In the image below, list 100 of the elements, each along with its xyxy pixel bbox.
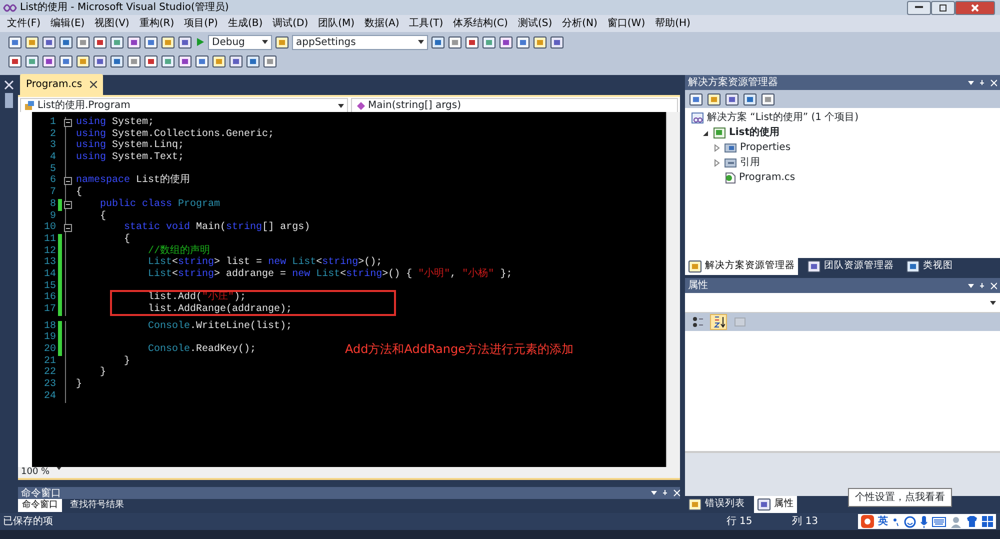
vertical-scrollbar[interactable] — [666, 112, 680, 467]
minimize-button[interactable] — [907, 0, 931, 14]
tool-icon[interactable] — [110, 36, 124, 48]
pane-controls-icon[interactable] — [967, 282, 997, 290]
microphone-icon[interactable] — [920, 516, 928, 528]
tree-item[interactable]: Program.cs — [739, 170, 796, 185]
panel-tab[interactable]: 错误列表 — [685, 496, 748, 513]
ime-logo-icon[interactable] — [861, 515, 874, 528]
menu-item[interactable]: 视图(V) — [90, 16, 134, 31]
tree-item[interactable]: 解决方案 “List的使用” (1 个项目) — [707, 110, 859, 125]
zoom-combo[interactable]: 100 % — [18, 466, 62, 480]
panel-tab[interactable]: 命令窗口 — [18, 499, 62, 512]
menu-item[interactable]: 文件(F) — [2, 16, 46, 31]
folder-icon[interactable] — [275, 36, 289, 48]
menu-item[interactable]: 重构(R) — [134, 16, 180, 31]
tool-icon[interactable] — [761, 92, 775, 106]
tool-icon[interactable] — [8, 36, 22, 48]
tool-icon[interactable] — [246, 54, 260, 68]
tool-icon[interactable] — [707, 92, 721, 106]
tool-icon[interactable] — [195, 54, 209, 68]
tool-icon[interactable] — [263, 54, 277, 68]
collapse-icon[interactable] — [64, 224, 72, 232]
pane-controls-icon[interactable] — [967, 78, 997, 86]
menu-item[interactable]: 窗口(W) — [602, 16, 650, 31]
menu-item[interactable]: 团队(M) — [313, 16, 360, 31]
panel-tab[interactable]: 查找符号结果 — [66, 499, 128, 512]
tool-icon[interactable] — [516, 36, 530, 48]
tool-icon[interactable] — [448, 36, 462, 48]
tool-icon[interactable] — [743, 92, 757, 106]
tool-icon[interactable] — [76, 54, 90, 68]
tool-icon[interactable] — [59, 36, 73, 48]
tool-icon[interactable] — [25, 36, 39, 48]
tool-icon[interactable] — [127, 54, 141, 68]
menu-item[interactable]: 测试(S) — [512, 16, 558, 31]
menu-item[interactable]: 生成(B) — [222, 16, 268, 31]
tool-icon[interactable] — [144, 36, 158, 48]
tool-icon[interactable] — [110, 54, 124, 68]
shirt-icon[interactable] — [966, 516, 978, 527]
document-tab[interactable]: Program.cs — [20, 74, 104, 95]
panel-tab[interactable]: 属性 — [754, 496, 797, 513]
ime-mode[interactable]: 英 — [878, 514, 888, 529]
tool-icon[interactable] — [533, 36, 547, 48]
tool-icon[interactable] — [127, 36, 141, 48]
tool-icon[interactable] — [59, 54, 73, 68]
tool-icon[interactable] — [161, 36, 175, 48]
tool-icon[interactable] — [161, 54, 175, 68]
tool-icon[interactable] — [499, 36, 513, 48]
close-icon[interactable] — [90, 81, 98, 88]
collapse-icon[interactable] — [64, 200, 72, 209]
member-combo[interactable]: Main(string[] args) — [350, 98, 678, 113]
tool-icon[interactable] — [465, 36, 479, 48]
tool-icon[interactable] — [25, 54, 39, 68]
tool-icon[interactable] — [76, 36, 90, 48]
tool-icon[interactable] — [42, 54, 56, 68]
tree-item[interactable]: 引用 — [740, 155, 760, 170]
menu-item[interactable]: 帮助(H) — [650, 16, 696, 31]
panel-tab[interactable]: 团队资源管理器 — [804, 258, 897, 275]
menu-item[interactable]: 体系结构(C) — [448, 16, 513, 31]
maximize-button[interactable] — [931, 0, 955, 14]
code-editor[interactable] — [18, 112, 680, 467]
tool-icon[interactable] — [93, 36, 107, 48]
expanded-icon[interactable] — [702, 128, 710, 136]
tool-icon[interactable] — [689, 92, 703, 106]
toolbox-icon[interactable] — [3, 79, 15, 109]
menu-item[interactable]: 调试(D) — [268, 16, 314, 31]
tree-item[interactable]: List的使用 — [729, 125, 780, 140]
tool-icon[interactable] — [8, 54, 22, 68]
collapse-icon[interactable] — [64, 177, 72, 186]
start-icon[interactable] — [195, 37, 205, 47]
tool-icon[interactable] — [212, 54, 226, 68]
tree-item[interactable]: Properties — [740, 140, 791, 155]
tool-icon[interactable] — [550, 36, 564, 48]
menu-item[interactable]: 数据(A) — [360, 16, 404, 31]
tool-icon[interactable] — [178, 36, 192, 48]
pane-controls-icon[interactable] — [650, 489, 680, 497]
panel-tab[interactable]: 解决方案资源管理器 — [685, 258, 798, 275]
tool-icon[interactable] — [93, 54, 107, 68]
menu-item[interactable]: 分析(N) — [557, 16, 602, 31]
panel-tab[interactable]: 类视图 — [903, 258, 956, 275]
close-button[interactable] — [955, 0, 995, 14]
find-combo[interactable]: appSettings — [292, 34, 428, 50]
tool-icon[interactable] — [42, 36, 56, 48]
tool-icon[interactable] — [482, 36, 496, 48]
keyboard-icon[interactable] — [932, 516, 946, 526]
type-combo[interactable]: List的使用.Program — [20, 98, 348, 113]
menu-item[interactable]: 编辑(E) — [46, 16, 90, 31]
tool-icon[interactable] — [144, 54, 158, 68]
menu-item[interactable]: 工具(T) — [404, 16, 448, 31]
tool-icon[interactable] — [431, 36, 445, 48]
punctuation-icon[interactable] — [892, 516, 900, 526]
toolbar-button[interactable] — [710, 314, 727, 330]
smiley-icon[interactable] — [904, 516, 916, 528]
tool-icon[interactable] — [178, 54, 192, 68]
menu-item[interactable]: 项目(P) — [179, 16, 223, 31]
tool-icon[interactable] — [229, 54, 243, 68]
collapsed-icon[interactable] — [713, 158, 721, 166]
configuration-combo[interactable]: Debug — [208, 34, 272, 50]
collapsed-icon[interactable] — [713, 144, 721, 152]
tool-icon[interactable] — [725, 92, 739, 106]
grid-icon[interactable] — [982, 516, 993, 527]
